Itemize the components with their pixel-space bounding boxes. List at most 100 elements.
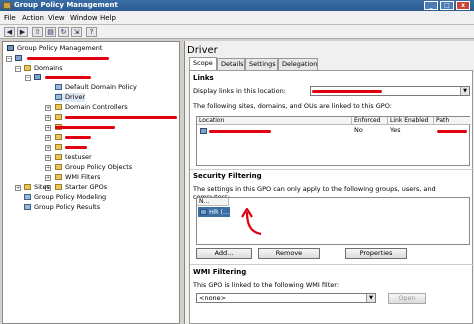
expand-icon[interactable]: + [45,165,51,171]
chevron-down-icon: ▼ [366,294,375,302]
folder-icon [55,184,62,190]
title-bar: Group Policy Management _ □ x [0,0,474,11]
redaction-mark [45,76,91,79]
minimize-button[interactable]: _ [424,1,438,10]
folder-icon [55,164,62,170]
collapse-icon[interactable]: − [6,56,12,62]
column-path[interactable]: Path [434,117,471,125]
section-divider [190,264,474,265]
export-list-icon[interactable]: ⇲ [71,27,82,37]
tree-item-default-domain-policy[interactable]: Default Domain Policy [55,83,137,92]
tree-item-domain-controllers[interactable]: Domain Controllers [55,103,128,112]
tree-item-domains[interactable]: Domains [24,64,63,73]
annotation-arrow [241,208,262,236]
open-button[interactable]: Open [388,293,426,304]
ou-icon [55,114,62,120]
column-link-enabled[interactable]: Link Enabled [388,117,434,125]
window-title: Group Policy Management [14,1,118,9]
tree-item-group-policy-objects[interactable]: Group Policy Objects [55,163,132,172]
redaction-mark [65,136,91,139]
results-icon [24,204,31,210]
wmi-filter-dropdown[interactable]: <none> ▼ [196,293,376,303]
maximize-button[interactable]: □ [440,1,454,10]
up-folder-icon[interactable]: ⇧ [32,27,43,37]
menu-view[interactable]: View [48,13,65,23]
collapse-icon[interactable]: − [25,75,31,81]
security-filter-list[interactable]: N... HR (... [196,197,470,245]
redaction-mark [55,126,115,129]
back-icon[interactable]: ◀ [4,27,15,37]
column-enforced[interactable]: Enforced [352,117,388,125]
expand-icon[interactable]: + [15,185,21,191]
links-table[interactable]: Location Enforced Link Enabled Path No Y… [196,116,471,166]
tree-item-forest[interactable] [15,54,25,63]
expand-icon[interactable]: + [45,155,51,161]
ou-icon [55,134,62,140]
menu-window[interactable]: Window [70,13,98,23]
menu-help[interactable]: Help [100,13,116,23]
expand-icon[interactable]: + [45,145,51,151]
redaction-mark [209,130,271,133]
tab-settings[interactable]: Settings [245,58,278,70]
ou-icon [55,104,62,110]
help-icon[interactable]: ? [86,27,97,37]
tree-item-driver[interactable]: Driver [55,93,86,102]
tree-item-root[interactable]: Group Policy Management [7,44,102,53]
add-button[interactable]: Add... [196,248,252,259]
redaction-mark [65,146,87,149]
forward-icon[interactable]: ▶ [17,27,28,37]
refresh-icon[interactable]: ↻ [58,27,69,37]
table-row[interactable]: No Yes [197,126,469,136]
forest-icon [15,55,22,61]
redaction-mark [437,130,467,133]
expand-icon[interactable]: + [45,175,51,181]
expand-icon[interactable]: + [45,125,51,131]
tree-item-modeling[interactable]: Group Policy Modeling [24,193,106,202]
gpo-link-icon [55,94,62,100]
tree-item-starter-gpos[interactable]: Starter GPOs [55,183,107,192]
properties-button[interactable]: Properties [345,248,407,259]
gpmc-icon [7,45,14,51]
tree-item-testuser[interactable]: testuser [55,153,92,162]
show-tree-icon[interactable]: ▤ [45,27,56,37]
column-location[interactable]: Location [197,117,352,125]
ou-icon [55,154,62,160]
column-name[interactable]: N... [197,198,229,206]
domain-icon [200,128,207,134]
scope-tab-body: Links Display links in this location: ▼ … [189,70,474,324]
link-enabled-cell: Yes [390,126,401,134]
redaction-mark [27,57,109,60]
tree-item-ou[interactable] [55,113,65,122]
expand-icon[interactable]: + [45,105,51,111]
display-links-label: Display links in this location: [193,87,286,95]
redaction-mark [65,116,177,119]
section-divider [190,169,474,170]
tab-scope[interactable]: Scope [189,57,217,70]
expand-icon[interactable]: + [45,135,51,141]
close-button[interactable]: x [456,1,470,10]
tree-item-domain[interactable] [34,73,44,82]
remove-button[interactable]: Remove [258,248,320,259]
gpmc-app-icon [3,2,11,9]
menu-file[interactable]: File [4,13,16,23]
tree-item-ou[interactable] [55,143,65,152]
domain-icon [34,74,41,80]
tree-item-results[interactable]: Group Policy Results [24,203,100,212]
folder-icon [55,174,62,180]
modeling-icon [24,194,31,200]
menu-action[interactable]: Action [22,13,44,23]
expand-icon[interactable]: + [45,115,51,121]
console-tree: Group Policy Management − − Domains − De… [2,41,180,324]
details-pane: Driver Scope Details Settings Delegation… [184,41,474,324]
linked-label: The following sites, domains, and OUs ar… [193,102,392,110]
tree-item-sites[interactable]: Sites [24,183,50,192]
folder-icon [24,184,31,190]
collapse-icon[interactable]: − [15,66,21,72]
tree-item-ou[interactable] [55,133,65,142]
tree-item-wmi-filters[interactable]: WMI Filters [55,173,101,182]
chevron-down-icon: ▼ [460,87,469,95]
tab-details[interactable]: Details [217,58,245,70]
list-item[interactable]: HR (... [198,207,230,217]
folder-icon [24,65,31,71]
tab-delegation[interactable]: Delegation [278,58,318,70]
